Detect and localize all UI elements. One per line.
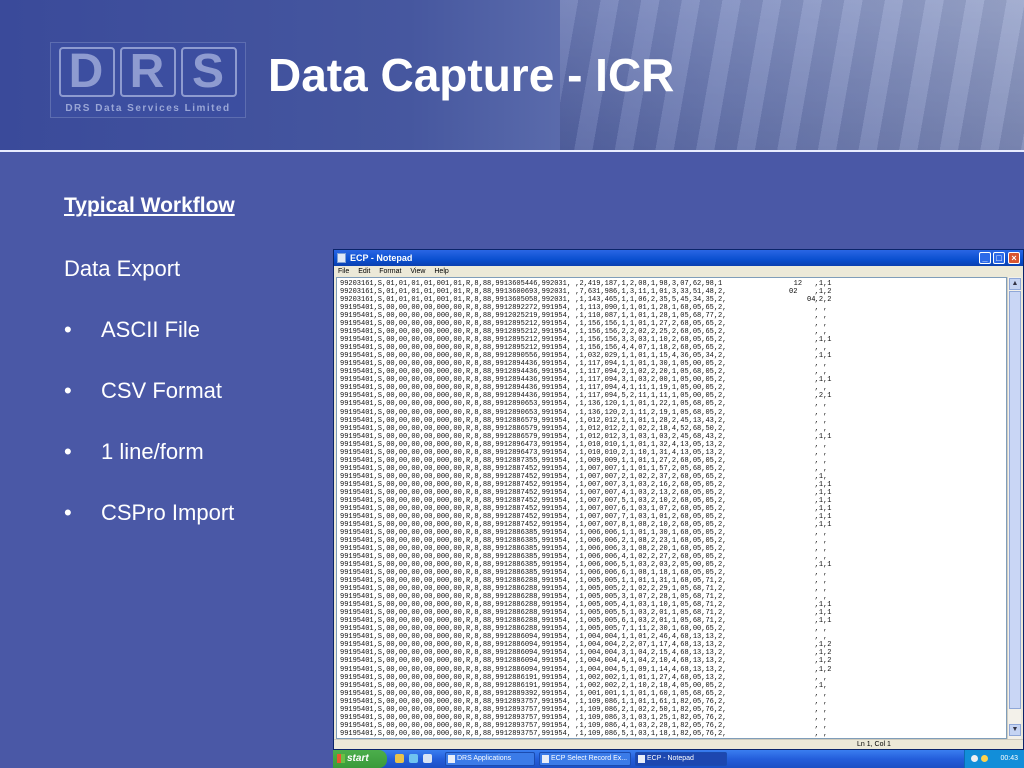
scroll-thumb[interactable] bbox=[1009, 291, 1021, 709]
header-divider bbox=[0, 150, 1024, 152]
window-title: ECP - Notepad bbox=[350, 253, 413, 263]
network-icon[interactable] bbox=[981, 755, 988, 762]
start-button[interactable]: start bbox=[333, 750, 387, 768]
task-drs-applications[interactable]: DRS Applications bbox=[445, 752, 535, 766]
notepad-titlebar[interactable]: ECP - Notepad _ □ × bbox=[334, 250, 1023, 266]
data-export-subheading: Data Export bbox=[64, 256, 181, 281]
vertical-scrollbar[interactable]: ▲ ▼ bbox=[1007, 277, 1021, 739]
menu-edit[interactable]: Edit bbox=[358, 268, 370, 275]
slide-title: Data Capture - ICR bbox=[268, 49, 675, 101]
menu-view[interactable]: View bbox=[410, 268, 425, 275]
bullet-text: ASCII File bbox=[101, 317, 201, 342]
scroll-up-icon[interactable]: ▲ bbox=[1009, 278, 1021, 290]
notepad-icon bbox=[337, 253, 346, 263]
bullet-item: • 1 line/form bbox=[64, 439, 204, 465]
browser-icon[interactable] bbox=[409, 754, 418, 763]
notepad-window[interactable]: ECP - Notepad _ □ × File Edit Format Vie… bbox=[333, 249, 1024, 750]
system-tray: 00:43 bbox=[964, 750, 1024, 768]
task-label: ECP Select Record Ex... bbox=[551, 755, 628, 762]
logo-tagline: DRS Data Services Limited bbox=[65, 103, 231, 114]
bullet-dot: • bbox=[64, 439, 72, 464]
app-icon bbox=[542, 755, 549, 763]
windows-flag-icon bbox=[337, 754, 345, 763]
bullet-text: CSPro Import bbox=[101, 500, 235, 525]
task-ecp-select-record[interactable]: ECP Select Record Ex... bbox=[539, 752, 631, 766]
bullet-item: • CSPro Import bbox=[64, 500, 234, 526]
bullet-text: 1 line/form bbox=[101, 439, 204, 464]
start-label: start bbox=[347, 753, 369, 764]
desktop-icon[interactable] bbox=[423, 754, 432, 763]
notepad-icon bbox=[638, 755, 645, 763]
bullet-item: • CSV Format bbox=[64, 378, 222, 404]
menu-file[interactable]: File bbox=[338, 268, 349, 275]
maximize-button[interactable]: □ bbox=[993, 252, 1005, 264]
app-icon bbox=[448, 755, 455, 763]
logo-letter-r: R bbox=[120, 47, 176, 97]
slide-header: D R S DRS Data Services Limited Data Cap… bbox=[0, 0, 1024, 150]
menu-format[interactable]: Format bbox=[379, 268, 401, 275]
close-button[interactable]: × bbox=[1008, 252, 1020, 264]
folder-icon[interactable] bbox=[395, 754, 404, 763]
task-ecp-notepad[interactable]: ECP - Notepad bbox=[635, 752, 727, 766]
workflow-heading: Typical Workflow bbox=[64, 194, 235, 217]
volume-icon[interactable] bbox=[971, 755, 978, 762]
bullet-dot: • bbox=[64, 378, 72, 403]
minimize-button[interactable]: _ bbox=[979, 252, 991, 264]
inline-value: 02 bbox=[789, 288, 798, 296]
bullet-item: • ASCII File bbox=[64, 317, 200, 343]
logo-letter-s: S bbox=[181, 47, 237, 97]
bullet-text: CSV Format bbox=[101, 378, 223, 403]
bullet-dot: • bbox=[64, 500, 72, 525]
scroll-down-icon[interactable]: ▼ bbox=[1009, 724, 1021, 736]
text-editor[interactable]: 99203161,S,01,01,01,01,001,01,R,8,88,991… bbox=[336, 277, 1007, 739]
logo-letters: D R S bbox=[59, 45, 237, 99]
menu-bar: File Edit Format View Help bbox=[334, 266, 1023, 277]
logo-letter-d: D bbox=[59, 47, 115, 97]
menu-help[interactable]: Help bbox=[434, 268, 448, 275]
cursor-position: Ln 1, Col 1 bbox=[857, 741, 891, 748]
taskbar: start DRS Applications ECP Select Record… bbox=[333, 750, 1024, 768]
bullet-dot: • bbox=[64, 317, 72, 342]
file-contents[interactable]: 99203161,S,01,01,01,01,001,01,R,8,88,991… bbox=[337, 278, 1006, 738]
task-label: ECP - Notepad bbox=[647, 755, 694, 762]
task-label: DRS Applications bbox=[457, 755, 512, 762]
status-bar: Ln 1, Col 1 bbox=[334, 739, 1023, 749]
inline-value: 04 bbox=[807, 296, 816, 304]
clock: 00:43 bbox=[1000, 755, 1018, 762]
drs-logo: D R S DRS Data Services Limited bbox=[50, 42, 246, 118]
